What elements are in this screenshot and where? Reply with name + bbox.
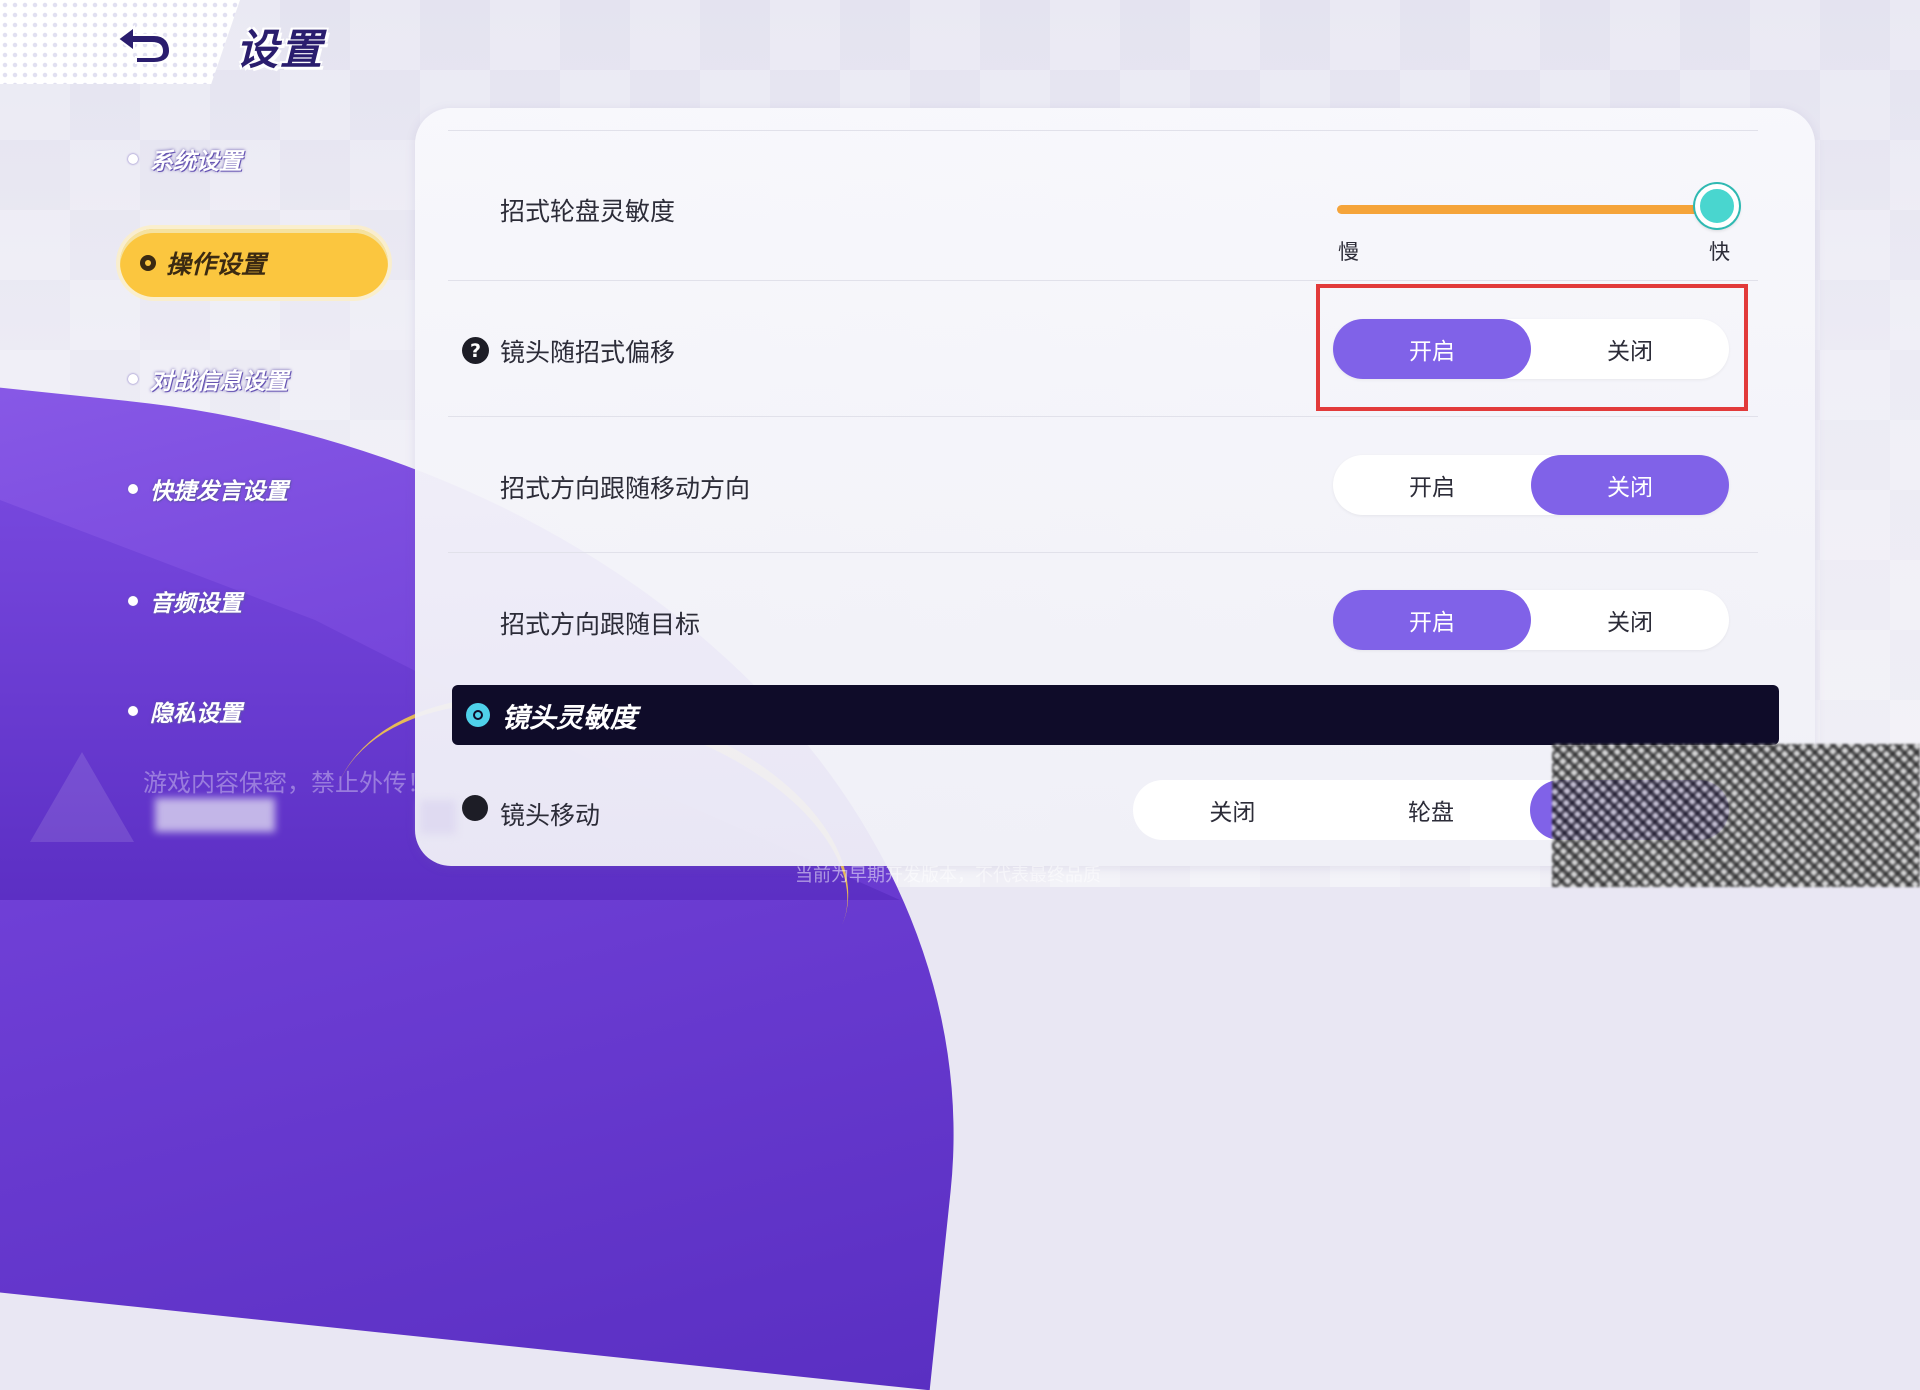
- direction-follow-move-label: 招式方向跟随移动方向: [500, 474, 751, 503]
- sidebar-item-label: 快捷发言设置: [150, 479, 288, 505]
- redacted-text: [420, 800, 456, 834]
- sidebar-item-label: 操作设置: [166, 250, 267, 279]
- bullet-dot: [128, 484, 138, 494]
- direction-follow-target-on-option[interactable]: 开启: [1333, 590, 1531, 650]
- bullet-dot: [128, 596, 138, 606]
- sidebar-item-label: 音频设置: [150, 591, 242, 617]
- sidebar-item-controls[interactable]: 操作设置: [120, 229, 388, 297]
- direction-follow-move-on-option[interactable]: 开启: [1333, 455, 1531, 515]
- row-divider: [448, 280, 1758, 281]
- camera-follow-label: 镜头随招式偏移: [500, 338, 676, 367]
- warning-icon: [30, 752, 134, 842]
- direction-follow-target-off-option[interactable]: 关闭: [1531, 590, 1729, 650]
- build-notice: 当前为早期开发版本，不代表最终品质: [795, 865, 1101, 886]
- sidebar-item-quick-chat[interactable]: 快捷发言设置: [128, 472, 288, 506]
- pokeball-icon: [140, 255, 156, 271]
- confidential-warning: 游戏内容保密，禁止外传！: [143, 769, 431, 797]
- sidebar-item-label: 对战信息设置: [150, 369, 288, 395]
- camera-move-off-option[interactable]: 关闭: [1133, 780, 1332, 840]
- page-title: 设置: [236, 25, 325, 74]
- direction-follow-target-label: 招式方向跟随目标: [500, 610, 701, 639]
- slider-knob[interactable]: [1695, 184, 1739, 228]
- camera-move-label: 镜头移动: [500, 801, 601, 830]
- sidebar-item-privacy[interactable]: 隐私设置: [128, 694, 242, 728]
- slider-min-label: 慢: [1338, 240, 1359, 264]
- info-icon[interactable]: [462, 795, 488, 821]
- sidebar-item-label: 隐私设置: [150, 701, 242, 727]
- camera-sensitivity-section-header: 镜头灵敏度: [452, 685, 1779, 745]
- back-arrow-icon: [116, 25, 172, 64]
- wheel-sensitivity-label: 招式轮盘灵敏度: [500, 197, 676, 226]
- sidebar-item-audio[interactable]: 音频设置: [128, 584, 242, 618]
- slider-max-label: 快: [1709, 240, 1730, 264]
- bullet-dot: [128, 154, 138, 164]
- row-divider: [448, 552, 1758, 553]
- row-divider: [448, 416, 1758, 417]
- bullet-dot: [128, 706, 138, 716]
- help-icon[interactable]: ?: [462, 337, 489, 364]
- back-button[interactable]: [110, 18, 176, 68]
- sidebar-item-label: 系统设置: [150, 149, 242, 175]
- section-title: 镜头灵敏度: [502, 702, 637, 734]
- row-divider: [448, 130, 1758, 131]
- sidebar-item-battle-info[interactable]: 对战信息设置: [128, 362, 288, 396]
- highlight-box: [1316, 284, 1748, 411]
- bullet-dot: [128, 374, 138, 384]
- redacted-qr-code: [1552, 744, 1920, 887]
- direction-follow-target-toggle: 开启 关闭: [1333, 590, 1729, 650]
- camera-move-wheel-option[interactable]: 轮盘: [1332, 780, 1531, 840]
- direction-follow-move-toggle: 开启 关闭: [1333, 455, 1729, 515]
- direction-follow-move-off-option[interactable]: 关闭: [1531, 455, 1729, 515]
- pokeball-icon: [466, 703, 490, 727]
- sidebar-item-system[interactable]: 系统设置: [128, 142, 242, 176]
- wheel-sensitivity-slider[interactable]: [1337, 205, 1717, 214]
- redacted-text: [155, 798, 275, 832]
